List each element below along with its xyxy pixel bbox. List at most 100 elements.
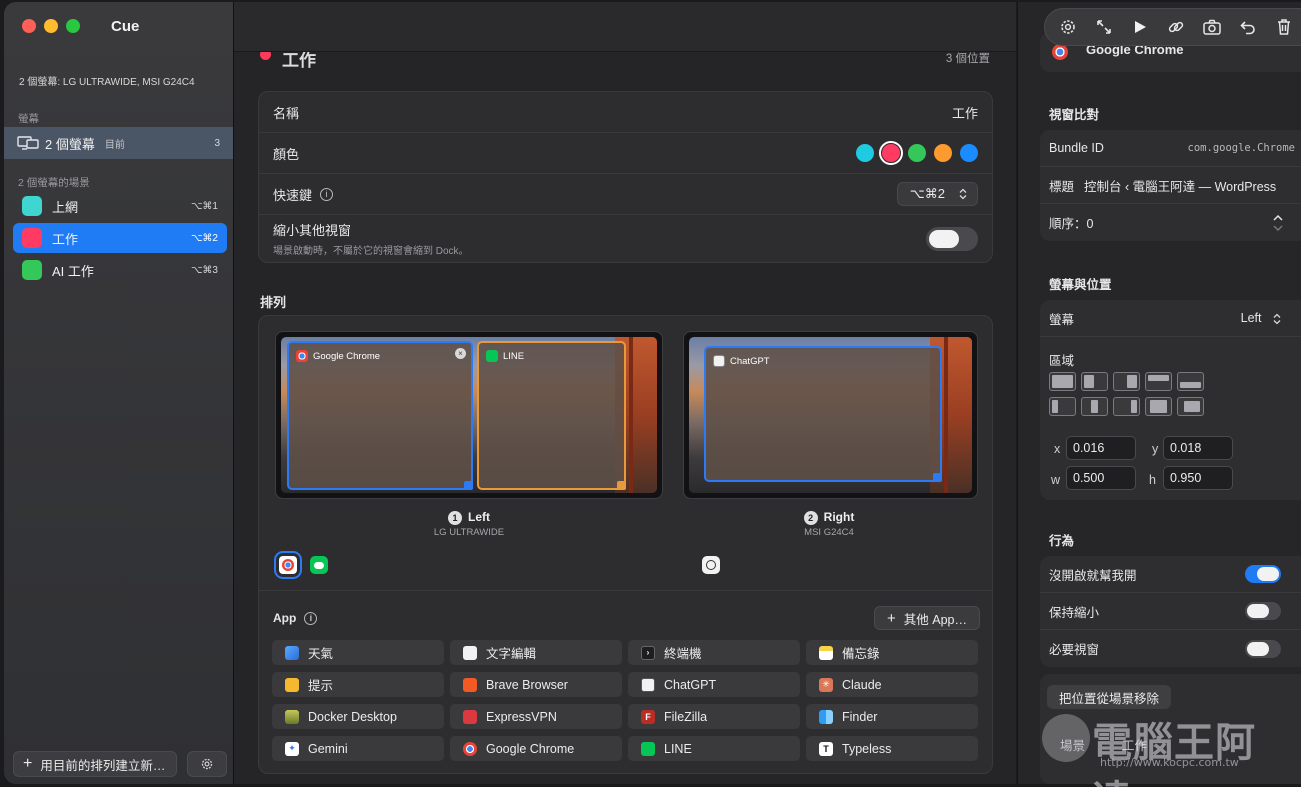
resize-handle[interactable] <box>464 481 473 490</box>
divider <box>259 590 992 591</box>
app-tile-filezilla[interactable]: F FileZilla <box>628 704 800 729</box>
monitor-model: MSI G24C4 <box>804 527 854 538</box>
remove-location-button[interactable]: 把位置從場景移除 <box>1047 685 1172 709</box>
close-icon[interactable]: × <box>455 348 466 359</box>
close-window-button[interactable] <box>22 19 36 33</box>
app-tile-expressvpn[interactable]: ExpressVPN <box>450 704 622 729</box>
sidebar-item-screens[interactable]: 2 個螢幕 目前 3 <box>4 127 233 159</box>
app-tile-chatgpt[interactable]: ChatGPT <box>628 672 800 697</box>
info-icon[interactable]: i <box>304 611 318 625</box>
color-picker <box>856 141 978 165</box>
window-title-value[interactable]: 控制台 ‹ 電腦王阿達 — WordPress <box>1084 176 1276 195</box>
app-tile-claude[interactable]: ✳ Claude <box>806 672 978 697</box>
line-app-chip[interactable] <box>310 556 328 574</box>
app-tile-finder[interactable]: Finder <box>806 704 978 729</box>
app-tile-terminal[interactable]: › 終端機 <box>628 640 800 665</box>
y-field[interactable]: 0.018 <box>1163 436 1233 460</box>
color-option-orange[interactable] <box>934 144 952 162</box>
window-frame-chatgpt[interactable]: ChatGPT <box>704 346 942 482</box>
app-tile-textedit[interactable]: 文字編輯 <box>450 640 622 665</box>
trash-icon[interactable] <box>1274 17 1294 37</box>
info-icon[interactable]: i <box>320 187 334 201</box>
window-frame-line[interactable]: LINE <box>477 341 626 490</box>
window-title: Google Chrome <box>296 350 380 362</box>
gear-icon[interactable] <box>1058 17 1078 37</box>
sidebar-item-scene-work[interactable]: 工作 ⌥⌘2 <box>13 223 227 253</box>
zone-left-third[interactable] <box>1049 397 1076 416</box>
bundle-id-value[interactable]: com.google.Chrome <box>1188 142 1295 154</box>
expand-icon[interactable] <box>1094 17 1114 37</box>
app-tile-line[interactable]: LINE <box>628 736 800 761</box>
screen-select[interactable]: Left <box>1241 311 1295 325</box>
camera-icon[interactable] <box>1202 17 1222 37</box>
app-tile-typeless[interactable]: T Typeless <box>806 736 978 761</box>
zone-center[interactable] <box>1145 397 1172 416</box>
chrome-icon <box>296 350 308 362</box>
region-label: 區域 <box>1049 354 1075 368</box>
sidebar-settings-button[interactable] <box>187 751 227 777</box>
zone-right-half[interactable] <box>1113 372 1140 391</box>
obscured-label: 場景 <box>1060 739 1086 753</box>
zone-full[interactable] <box>1049 372 1076 391</box>
scene-shortcut: ⌥⌘3 <box>190 264 218 276</box>
expressvpn-icon <box>463 709 477 724</box>
color-option-green[interactable] <box>908 144 926 162</box>
zone-bottom-half[interactable] <box>1177 372 1204 391</box>
w-field[interactable]: 0.500 <box>1066 466 1136 490</box>
keep-minimized-toggle[interactable] <box>1245 602 1281 620</box>
zone-center-third[interactable] <box>1081 397 1108 416</box>
sidebar-item-scene-ai[interactable]: AI 工作 ⌥⌘3 <box>13 255 227 285</box>
sidebar-item-scene-browse[interactable]: 上網 ⌥⌘1 <box>13 191 227 221</box>
link-icon[interactable] <box>1166 17 1186 37</box>
app-tile-google-chrome[interactable]: Google Chrome <box>450 736 622 761</box>
screen-label: 螢幕 <box>1049 312 1075 327</box>
app-tile-weather[interactable]: 天氣 <box>272 640 444 665</box>
x-field[interactable]: 0.016 <box>1066 436 1136 460</box>
arrange-heading: 排列 <box>260 295 287 310</box>
bundle-id-label: Bundle ID <box>1049 141 1104 155</box>
h-field[interactable]: 0.950 <box>1163 466 1233 490</box>
color-option-blue[interactable] <box>960 144 978 162</box>
app-tile-gemini[interactable]: ✦ Gemini <box>272 736 444 761</box>
required-window-toggle[interactable] <box>1245 639 1281 658</box>
app-tile-reminders[interactable]: 提示 <box>272 672 444 697</box>
name-field[interactable]: 工作 <box>952 103 978 122</box>
other-apps-button[interactable]: + 其他 App… <box>874 606 980 630</box>
auto-open-toggle[interactable] <box>1245 565 1281 583</box>
resize-handle[interactable] <box>617 481 626 490</box>
order-stepper-icon[interactable] <box>1271 213 1285 233</box>
zone-center-large[interactable] <box>1177 397 1204 416</box>
hotkey-value: ⌥⌘2 <box>909 186 945 201</box>
scene-color-swatch <box>22 196 42 216</box>
required-window-label: 必要視窗 <box>1049 643 1100 657</box>
chatgpt-icon <box>641 677 655 692</box>
play-icon[interactable] <box>1130 17 1150 37</box>
zone-left-half[interactable] <box>1081 372 1108 391</box>
minimize-others-toggle[interactable] <box>926 226 978 251</box>
monitor-number: 2 <box>803 511 818 525</box>
chrome-icon <box>463 741 477 756</box>
chatgpt-app-chip[interactable] <box>702 556 720 574</box>
order-row: 順序：0 <box>1040 204 1301 241</box>
zone-right-third[interactable] <box>1113 397 1140 416</box>
app-tile-docker[interactable]: Docker Desktop <box>272 704 444 729</box>
hotkey-selector[interactable]: ⌥⌘2 <box>896 182 978 206</box>
brave-icon <box>463 677 477 692</box>
scene-settings-card: 名稱 工作 顏色 快速鍵 i ⌥⌘2 縮小其他視窗 場景啟動時，不屬於它的視窗會… <box>258 91 993 263</box>
zone-top-half[interactable] <box>1145 372 1172 391</box>
auto-open-row: 沒開啟就幫我開 <box>1040 556 1301 593</box>
minimize-window-button[interactable] <box>44 19 58 33</box>
app-tile-notes[interactable]: 備忘錄 <box>806 640 978 665</box>
app-title: Cue <box>111 18 140 35</box>
create-scene-button[interactable]: + 用目前的排列建立新… <box>13 751 177 777</box>
chrome-app-chip[interactable] <box>274 551 302 579</box>
undo-icon[interactable] <box>1238 17 1258 37</box>
zoom-window-button[interactable] <box>66 19 80 33</box>
main-titlebar <box>234 2 1016 52</box>
color-option-cyan[interactable] <box>856 144 874 162</box>
chrome-icon <box>282 559 294 571</box>
resize-handle[interactable] <box>933 473 942 482</box>
color-option-pink[interactable] <box>879 141 903 165</box>
app-tile-brave[interactable]: Brave Browser <box>450 672 622 697</box>
window-frame-chrome[interactable]: Google Chrome × <box>287 341 473 490</box>
